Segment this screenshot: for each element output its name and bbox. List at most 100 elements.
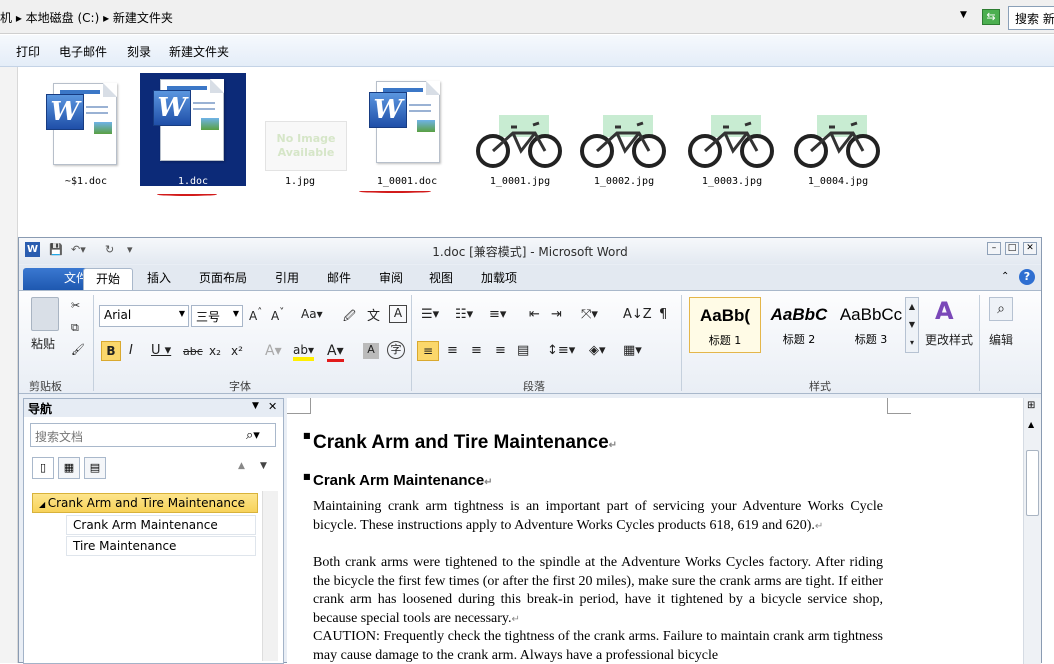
- copy-icon[interactable]: ⧉: [71, 321, 79, 335]
- nav-search-input[interactable]: 搜索文档: [30, 423, 276, 447]
- change-styles-icon[interactable]: A: [935, 297, 954, 325]
- file-item[interactable]: 1_0004.jpg: [785, 73, 891, 191]
- borders-icon[interactable]: ▦▾: [623, 343, 642, 358]
- change-styles-button[interactable]: 更改样式: [925, 331, 973, 348]
- nav-close-icon[interactable]: ✕: [268, 400, 277, 413]
- tab-references[interactable]: 引用: [263, 268, 311, 290]
- align-center-button[interactable]: ≡: [447, 343, 458, 358]
- scroll-thumb[interactable]: [1026, 450, 1039, 516]
- nav-up-icon[interactable]: ▲: [238, 461, 245, 471]
- tab-addins[interactable]: 加载项: [469, 268, 529, 290]
- show-marks-icon[interactable]: ¶: [659, 307, 667, 322]
- style-heading2[interactable]: AaBbC 标题 2: [763, 297, 835, 353]
- enclose-characters-icon[interactable]: 字: [387, 341, 405, 359]
- decrease-indent-icon[interactable]: ⇤: [529, 307, 540, 322]
- nav-tab-pages[interactable]: ▦: [58, 457, 80, 479]
- tab-view[interactable]: 视图: [417, 268, 465, 290]
- file-item[interactable]: W ~$1.doc: [33, 73, 139, 191]
- email-button[interactable]: 电子邮件: [59, 43, 107, 60]
- tab-page-layout[interactable]: 页面布局: [187, 268, 259, 290]
- nav-tab-results[interactable]: ▤: [84, 457, 106, 479]
- nav-down-icon[interactable]: ▼: [260, 461, 267, 471]
- character-border-icon[interactable]: A: [389, 305, 407, 323]
- nav-heading-item[interactable]: Crank Arm Maintenance: [66, 515, 256, 535]
- shrink-font-icon[interactable]: A˅: [271, 307, 284, 323]
- search-icon[interactable]: ⌕▾: [246, 428, 260, 443]
- help-icon[interactable]: ?: [1019, 269, 1035, 285]
- maximize-icon[interactable]: □: [1005, 242, 1019, 255]
- burn-button[interactable]: 刻录: [127, 43, 151, 60]
- bold-button[interactable]: B: [101, 341, 121, 361]
- file-item-selected[interactable]: W 1.doc: [140, 73, 246, 187]
- document-page[interactable]: ■ Crank Arm and Tire Maintenance↵ ■ Cran…: [287, 398, 1023, 664]
- red-underline-annotation: [359, 190, 431, 193]
- font-size-select[interactable]: 三号 ▼: [191, 305, 243, 327]
- subscript-button[interactable]: x₂: [209, 344, 221, 358]
- file-item[interactable]: 1_0002.jpg: [571, 73, 677, 191]
- format-painter-icon[interactable]: 🖌: [71, 343, 85, 356]
- numbering-icon[interactable]: ☷▾: [455, 307, 473, 322]
- close-icon[interactable]: ✕: [1023, 242, 1037, 255]
- nav-heading-item[interactable]: Tire Maintenance: [66, 536, 256, 556]
- font-size-value: 三号: [196, 310, 221, 324]
- justify-button[interactable]: ≡: [495, 343, 506, 358]
- print-button[interactable]: 打印: [16, 43, 40, 60]
- highlight-icon[interactable]: ab▾: [293, 343, 314, 361]
- asian-layout-icon[interactable]: ⤧▾: [581, 307, 598, 322]
- shading-icon[interactable]: ◈▾: [589, 343, 606, 358]
- multilevel-list-icon[interactable]: ≡▾: [489, 307, 506, 322]
- bullets-icon[interactable]: ☰▾: [421, 307, 439, 322]
- minimize-icon[interactable]: –: [987, 242, 1001, 255]
- font-name-select[interactable]: Arial ▼: [99, 305, 189, 327]
- tab-home[interactable]: 开始: [83, 268, 134, 290]
- cut-icon[interactable]: ✂: [71, 299, 80, 312]
- address-path[interactable]: 机 ▸ 本地磁盘 (C:) ▸ 新建文件夹: [0, 9, 173, 26]
- styles-scroll-icon[interactable]: ▲ ▼ ▾: [905, 297, 919, 353]
- nav-heading-item[interactable]: ◢ Crank Arm and Tire Maintenance: [32, 493, 258, 513]
- refresh-icon[interactable]: ⇆: [982, 9, 1000, 25]
- change-case-icon[interactable]: Aa▾: [301, 307, 323, 321]
- grow-font-icon[interactable]: A˄: [249, 307, 262, 323]
- ruler-toggle-icon[interactable]: ⊞: [1027, 400, 1035, 411]
- tab-review[interactable]: 审阅: [367, 268, 415, 290]
- increase-indent-icon[interactable]: ⇥: [551, 307, 562, 322]
- distributed-button[interactable]: ▤: [517, 343, 529, 358]
- text-effects-icon[interactable]: A▾: [265, 343, 282, 359]
- align-left-button[interactable]: ≡: [417, 341, 439, 361]
- sort-icon[interactable]: A↓Z: [623, 307, 652, 322]
- nav-options-icon[interactable]: ▼: [252, 401, 259, 411]
- superscript-button[interactable]: x²: [231, 344, 243, 358]
- nav-tab-headings[interactable]: ▯: [32, 457, 54, 479]
- binoculars-icon[interactable]: ⌕: [989, 297, 1013, 321]
- file-item[interactable]: 1_0001.jpg: [467, 73, 573, 191]
- address-dropdown-icon[interactable]: ▼: [960, 10, 967, 20]
- ribbon-home: 粘贴 ✂ ⧉ 🖌 剪贴板 Arial ▼ 三号 ▼ A˄ A˅ Aa▾ 🖉 文 A …: [19, 290, 1041, 394]
- scroll-up-icon[interactable]: ▲: [1028, 420, 1034, 429]
- style-heading3[interactable]: AaBbCc 标题 3: [835, 297, 907, 353]
- align-right-button[interactable]: ≡: [471, 343, 482, 358]
- document-scrollbar[interactable]: ⊞ ▲: [1023, 398, 1041, 664]
- collapse-ribbon-icon[interactable]: ⌃: [1001, 271, 1009, 282]
- style-heading1[interactable]: AaBb( 标题 1: [689, 297, 761, 353]
- file-item[interactable]: No Image Available 1.jpg: [247, 73, 353, 191]
- paste-icon[interactable]: [31, 297, 59, 331]
- italic-button[interactable]: I: [129, 343, 133, 358]
- strikethrough-button[interactable]: abc: [183, 345, 203, 358]
- heading-1: Crank Arm and Tire Maintenance↵: [313, 432, 618, 453]
- search-input[interactable]: 搜索 新: [1008, 6, 1054, 30]
- phonetic-guide-icon[interactable]: 文: [367, 305, 380, 324]
- nav-scrollbar[interactable]: [262, 491, 278, 661]
- line-spacing-icon[interactable]: ↕≡▾: [547, 343, 575, 358]
- file-item[interactable]: W 1_0001.doc: [354, 73, 460, 191]
- character-shading-icon[interactable]: A: [363, 343, 379, 359]
- tab-mailings[interactable]: 邮件: [315, 268, 363, 290]
- file-item[interactable]: 1_0003.jpg: [679, 73, 785, 191]
- new-folder-button[interactable]: 新建文件夹: [169, 43, 229, 60]
- paste-button[interactable]: 粘贴: [31, 335, 55, 352]
- style-preview: AaBbCc: [839, 305, 903, 324]
- underline-button[interactable]: U ▾: [151, 343, 171, 358]
- editing-button[interactable]: 编辑: [989, 331, 1013, 348]
- tab-insert[interactable]: 插入: [135, 268, 183, 290]
- font-color-icon[interactable]: A▾: [327, 343, 344, 362]
- clear-format-icon[interactable]: 🖉: [343, 307, 356, 328]
